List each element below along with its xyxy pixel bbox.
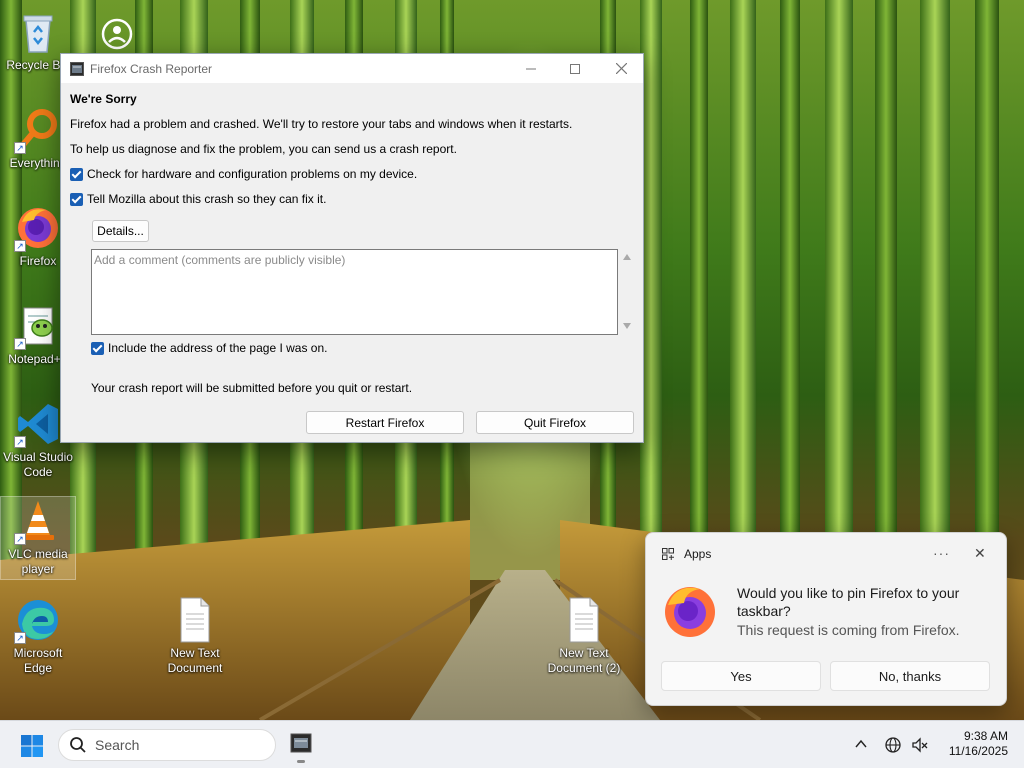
more-options-icon[interactable]: ··· [933,545,950,561]
crash-reporter-app-icon [70,61,84,76]
scroll-down-arrow-icon[interactable] [623,323,631,329]
details-button[interactable]: Details... [92,220,149,242]
notification-app-label: Apps [684,547,712,561]
desktop-icon-label: New Text Document [167,646,223,675]
comment-textarea[interactable]: Add a comment (comments are publicly vis… [91,249,618,335]
notepad-plus-plus-icon: ↗ [14,302,62,350]
quit-firefox-button[interactable]: Quit Firefox [476,411,634,434]
clock-time: 9:38 AM [963,729,1008,743]
shortcut-arrow-icon: ↗ [14,632,26,644]
include-address-row[interactable]: Include the address of the page I was on… [91,341,327,355]
text-document-icon [560,596,608,644]
desktop-icon-new-text-document[interactable]: New Text Document [157,596,233,676]
tell-mozilla-label: Tell Mozilla about this crash so they ca… [87,192,327,206]
close-icon [615,63,627,74]
tell-mozilla-checkbox[interactable] [70,192,83,206]
notification-subtext: This request is coming from Firefox. [737,622,960,638]
window-titlebar[interactable]: Firefox Crash Reporter [61,54,643,83]
windows-start-icon[interactable] [20,734,44,758]
desktop-icon-vlc[interactable]: ↗ VLC media player [0,496,76,580]
include-address-label: Include the address of the page I was on… [108,341,328,355]
shortcut-arrow-icon: ↗ [14,338,26,350]
crash-reporter-window: Firefox Crash Reporter We're Sorry Firef… [60,53,644,443]
volume-muted-icon[interactable] [911,736,929,754]
submit-note: Your crash report will be submitted befo… [91,381,413,395]
restart-firefox-button[interactable]: Restart Firefox [306,411,464,434]
notification-header: Apps [662,547,711,561]
network-globe-icon[interactable] [884,736,902,754]
desktop-icon-new-text-document-2[interactable]: New Text Document (2) [546,596,622,676]
desktop-icon-label: VLC media player [8,547,68,576]
taskbar-clock[interactable]: 9:38 AM 11/16/2025 [938,729,1008,759]
shortcut-arrow-icon: ↗ [14,436,26,448]
taskbar: Search 9:38 AM 11/16/2025 [0,720,1024,768]
crash-message: Firefox had a problem and crashed. We'll… [70,117,573,131]
text-document-icon [171,596,219,644]
apps-icon [662,548,674,560]
notification-no-thanks-button[interactable]: No, thanks [830,661,990,691]
window-title: Firefox Crash Reporter [90,61,213,76]
crash-reporter-content: We're Sorry Firefox had a problem and cr… [70,92,636,217]
minimize-icon [526,68,536,69]
maximize-icon [570,63,580,74]
notification-yes-button[interactable]: Yes [661,661,821,691]
clock-date: 11/16/2025 [948,744,1008,758]
check-hardware-label: Check for hardware and configuration pro… [87,167,418,181]
desktop-icon-label: Microsoft Edge [13,646,63,675]
tell-mozilla-row[interactable]: Tell Mozilla about this crash so they ca… [70,192,636,206]
everything-search-icon: ↗ [14,106,62,154]
desktop-icon-label: New Text Document (2) [547,646,621,675]
diagnose-text: To help us diagnose and fix the problem,… [70,142,457,156]
comment-placeholder: Add a comment (comments are publicly vis… [94,253,346,267]
search-icon [70,737,86,753]
check-hardware-checkbox[interactable] [70,167,83,181]
desktop-icon-edge[interactable]: ↗ Microsoft Edge [0,596,76,676]
show-hidden-icons-chevron-icon[interactable] [854,737,868,751]
search-placeholder: Search [95,737,140,753]
check-hardware-row[interactable]: Check for hardware and configuration pro… [70,167,636,181]
scroll-up-arrow-icon[interactable] [623,254,631,260]
notification-close-icon[interactable]: ✕ [974,545,986,562]
running-indicator [297,760,305,763]
taskbar-crash-reporter-button[interactable] [287,729,315,763]
maximize-button[interactable] [552,54,598,83]
notification-message: Would you like to pin Firefox to your ta… [737,585,960,619]
firefox-icon: ↗ [14,204,62,252]
crash-heading: We're Sorry [70,92,137,106]
crash-reporter-app-icon [290,733,312,753]
shortcut-arrow-icon: ↗ [14,240,26,252]
edge-icon: ↗ [14,596,62,644]
taskbar-search-box[interactable]: Search [58,729,276,761]
close-button[interactable] [598,54,644,83]
firefox-logo-icon [665,587,715,637]
desktop-icon-label: Visual Studio Code [3,450,73,479]
pin-firefox-notification: Apps ··· ✕ Would you like to pin Firefox… [645,532,1007,706]
minimize-button[interactable] [508,54,554,83]
vscode-icon: ↗ [14,400,62,448]
shortcut-arrow-icon: ↗ [14,533,26,545]
recycle-bin-icon [14,8,62,56]
shortcut-arrow-icon: ↗ [14,142,26,154]
include-address-checkbox[interactable] [91,341,104,355]
vlc-icon: ↗ [14,497,62,545]
